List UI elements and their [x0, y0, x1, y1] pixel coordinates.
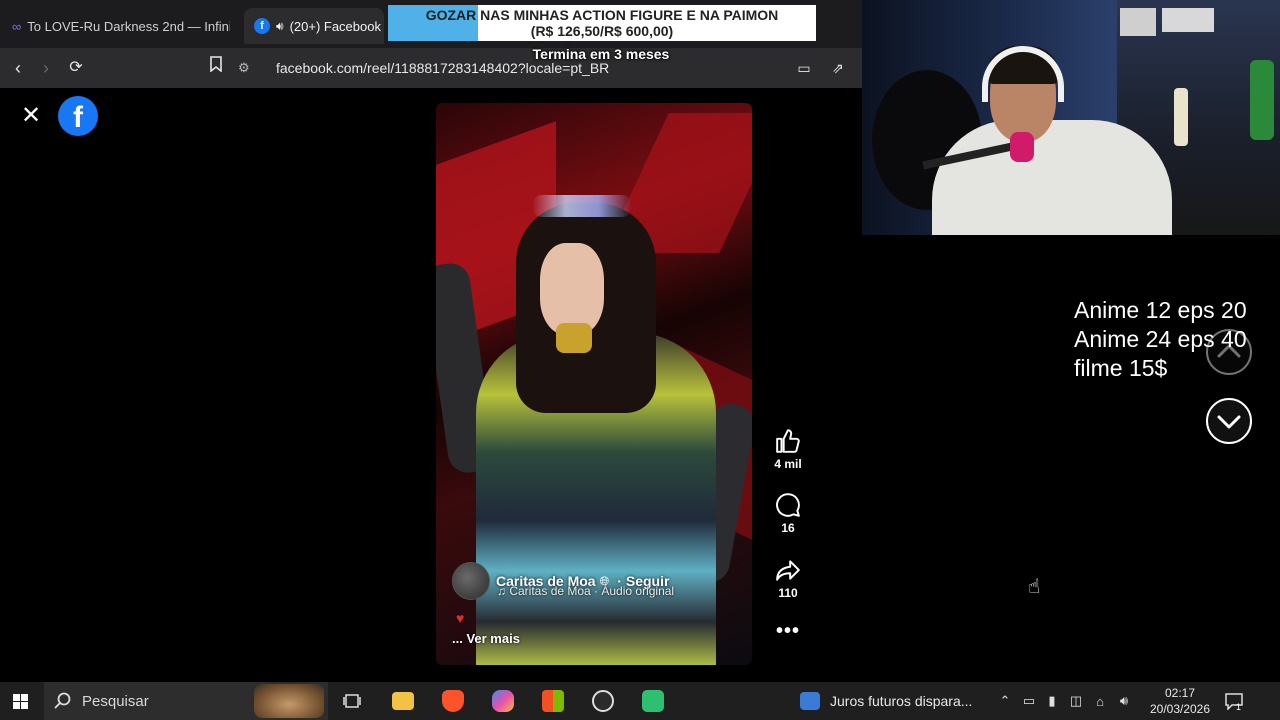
news-widget[interactable]: Juros futuros dispara... — [800, 682, 980, 720]
search-highlight-art — [254, 684, 324, 718]
avatar[interactable] — [452, 562, 490, 600]
start-button[interactable] — [6, 682, 34, 720]
system-clock[interactable]: 02:17 20/03/2026 — [1140, 682, 1220, 720]
shelf-box — [1162, 8, 1214, 32]
file-explorer-icon[interactable] — [390, 682, 416, 720]
brave-browser-icon[interactable] — [440, 682, 466, 720]
screen: ∞ To LOVE-Ru Darkness 2nd — Infinite f 🔊… — [0, 0, 1280, 720]
bookmark-icon[interactable] — [204, 56, 228, 80]
tab-to-love-ru[interactable]: ∞ To LOVE-Ru Darkness 2nd — Infinite — [8, 8, 230, 44]
shelf-box — [1120, 8, 1156, 36]
display-icon[interactable]: ◫ — [1066, 682, 1086, 720]
tab-facebook[interactable]: f 🔊︎ (20+) Facebook — [244, 8, 384, 44]
price-list-overlay: Anime 12 eps 20 Anime 24 eps 40 filme 15… — [1074, 296, 1247, 383]
close-icon[interactable]: ✕ — [18, 103, 44, 129]
performer-face — [540, 243, 604, 335]
audio-info[interactable]: ♫ Caritas de Moa · Áudio original — [497, 584, 674, 598]
share-button[interactable]: 110 — [768, 557, 808, 600]
task-view-icon[interactable] — [340, 682, 364, 720]
goal-title: GOZAR NAS MINHAS ACTION FIGURE E NA PAIM… — [425, 7, 779, 23]
usb-icon[interactable]: ⌂ — [1092, 682, 1108, 720]
windows-taskbar: Pesquisar Juros futuros dispara... ⌃ ▭ ▮… — [0, 682, 1280, 720]
news-icon — [800, 692, 820, 710]
search-placeholder: Pesquisar — [82, 692, 149, 710]
comment-icon — [776, 493, 800, 517]
see-more-link[interactable]: ... Ver mais — [452, 631, 520, 646]
next-reel-button[interactable] — [1206, 398, 1252, 444]
price-note-line: Anime 12 eps 20 — [1074, 297, 1247, 323]
music-note-icon: ♫ — [497, 584, 506, 598]
tab-label: (20+) Facebook — [289, 18, 381, 34]
news-headline: Juros futuros dispara... — [830, 693, 973, 709]
taskbar-search[interactable]: Pesquisar — [44, 682, 328, 720]
notification-center-button[interactable]: 1 — [1222, 682, 1246, 720]
price-note-line: Anime 24 eps 40 — [1074, 326, 1247, 352]
microphone — [1010, 132, 1034, 162]
notification-count: 1 — [1236, 702, 1242, 712]
speaker-icon[interactable]: 🔊︎ — [276, 19, 284, 34]
more-options-icon[interactable]: ••• — [772, 620, 804, 643]
heart-icon: ♥ — [456, 610, 465, 626]
goal-deadline: Termina em 3 meses — [532, 46, 670, 62]
infinity-icon: ∞ — [12, 18, 22, 34]
hand-cursor-icon: ☝︎ — [1028, 576, 1041, 598]
share-arrow-icon — [776, 560, 800, 581]
microsoft-store-icon[interactable] — [540, 682, 566, 720]
url-text: facebook.com/reel/1188817283148402?local… — [276, 60, 610, 76]
browser-toolbar: ‹ › ⟳ ⚙︎ facebook.com/reel/1188817283148… — [0, 48, 862, 88]
forward-button[interactable]: › — [34, 56, 58, 80]
bottle — [1250, 60, 1274, 140]
performer-crown — [532, 195, 632, 217]
windows-logo-icon — [12, 693, 28, 709]
tab-label: To LOVE-Ru Darkness 2nd — Infinite — [27, 18, 230, 34]
stream-goal-banner: GOZAR NAS MINHAS ACTION FIGURE E NA PAIM… — [388, 5, 816, 41]
audio-label: Caritas de Moa · Áudio original — [509, 584, 675, 598]
site-settings-icon[interactable]: ⚙︎ — [238, 60, 260, 76]
obs-icon[interactable] — [590, 682, 616, 720]
like-button[interactable]: 4 mil — [768, 428, 808, 471]
thumbs-up-icon — [776, 429, 800, 453]
clock-date: 20/03/2026 — [1149, 702, 1211, 716]
copilot-icon[interactable] — [490, 682, 516, 720]
volume-icon[interactable]: 🔊︎ — [1114, 682, 1134, 720]
microphone-icon[interactable]: ▮ — [1044, 682, 1060, 720]
share-icon[interactable]: ⇗ — [826, 56, 850, 80]
share-count: 110 — [778, 586, 798, 600]
like-count: 4 mil — [774, 457, 802, 471]
cast-icon[interactable]: ▭ — [792, 56, 816, 80]
facebook-logo[interactable]: f — [58, 96, 98, 136]
comment-button[interactable]: 16 — [768, 492, 808, 535]
price-note-line: filme 15$ — [1074, 355, 1168, 381]
network-icon[interactable]: ▭ — [1020, 682, 1038, 720]
chevron-down-icon — [1217, 415, 1241, 429]
bottle — [1174, 88, 1188, 146]
performer-neck — [556, 323, 592, 353]
chat-app-icon[interactable] — [640, 682, 666, 720]
reload-button[interactable]: ⟳ — [64, 56, 88, 80]
streamer-body — [932, 120, 1172, 235]
search-icon — [54, 692, 71, 709]
comment-count: 16 — [781, 521, 795, 535]
goal-amount: (R$ 126,50/R$ 600,00) — [530, 23, 674, 39]
chevron-up-icon[interactable]: ⌃ — [998, 682, 1012, 720]
facebook-icon: f — [254, 18, 270, 34]
back-button[interactable]: ‹ — [6, 56, 30, 80]
webcam-feed — [862, 0, 1280, 235]
clock-time: 02:17 — [1164, 686, 1196, 700]
